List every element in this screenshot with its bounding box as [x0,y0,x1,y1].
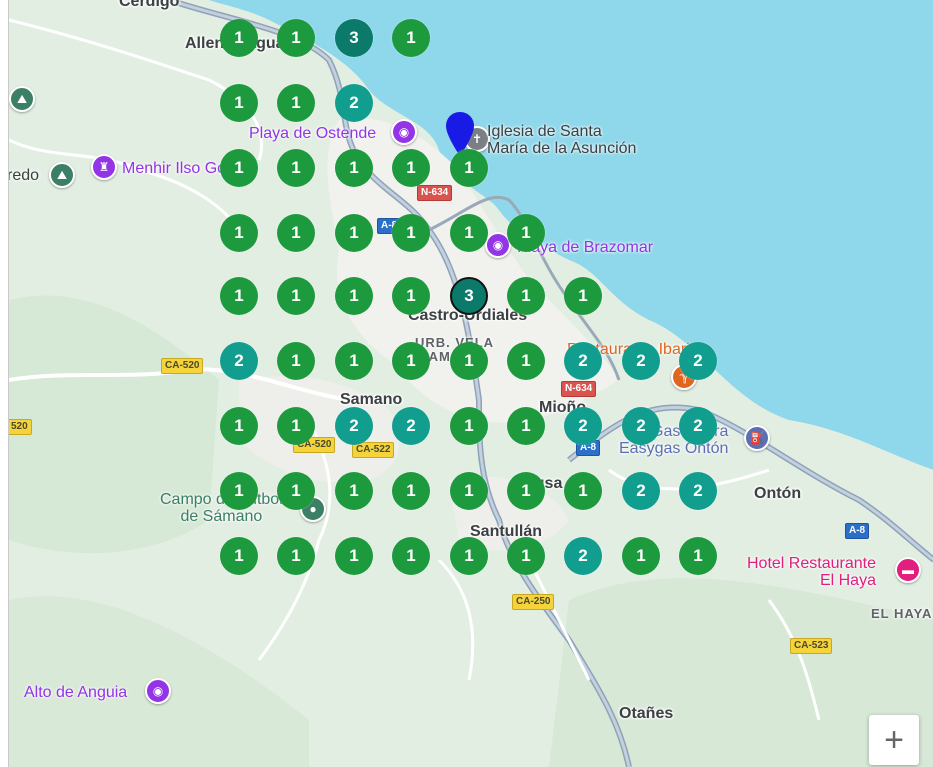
marker-cluster[interactable]: 1 [392,277,430,315]
marker-cluster[interactable]: 1 [277,537,315,575]
hiking-icon[interactable]: ⛰ [49,162,75,188]
marker-cluster[interactable]: 2 [622,342,660,380]
zoom-in-button[interactable]: + [869,715,919,765]
marker-cluster[interactable]: 1 [335,342,373,380]
marker-cluster[interactable]: 2 [622,407,660,445]
marker-cluster[interactable]: 1 [507,407,545,445]
marker-cluster[interactable]: 2 [220,342,258,380]
marker-cluster[interactable]: 2 [679,407,717,445]
marker-cluster[interactable]: 2 [564,537,602,575]
place-label-samano: Samano [340,391,403,408]
marker-cluster[interactable]: 1 [277,214,315,252]
marker-cluster[interactable]: 1 [220,214,258,252]
marker-cluster[interactable]: 1 [392,342,430,380]
monument-icon[interactable]: ♜ [91,154,117,180]
marker-cluster[interactable]: 1 [392,537,430,575]
marker-cluster[interactable]: 1 [220,84,258,122]
marker-cluster[interactable]: 1 [220,407,258,445]
road-shield-ca523: CA-523 [790,638,833,654]
marker-cluster[interactable]: 2 [679,342,717,380]
marker-cluster[interactable]: 1 [622,537,660,575]
camera-icon[interactable]: ◉ [391,119,417,145]
marker-cluster[interactable]: 1 [277,472,315,510]
marker-cluster[interactable]: 2 [679,472,717,510]
marker-cluster[interactable]: 1 [564,472,602,510]
marker-cluster[interactable]: 1 [392,214,430,252]
marker-cluster[interactable]: 1 [392,149,430,187]
marker-cluster[interactable]: 1 [564,277,602,315]
marker-cluster[interactable]: 1 [679,537,717,575]
marker-cluster[interactable]: 1 [335,214,373,252]
road-shield-520: 520 [9,419,32,435]
road-shield-ca250: CA-250 [512,594,555,610]
marker-cluster[interactable]: 1 [507,214,545,252]
marker-cluster[interactable]: 1 [335,149,373,187]
marker-cluster[interactable]: 1 [277,84,315,122]
marker-cluster[interactable]: 1 [335,472,373,510]
road-shield-a8: A-8 [845,523,870,539]
marker-cluster[interactable]: 1 [277,342,315,380]
road-shield-n634: N-634 [561,381,597,397]
marker-cluster[interactable]: 1 [220,537,258,575]
marker-cluster[interactable]: 1 [507,472,545,510]
marker-cluster[interactable]: 1 [220,472,258,510]
marker-cluster[interactable]: 1 [450,214,488,252]
marker-cluster[interactable]: 2 [335,84,373,122]
marker-cluster[interactable]: 2 [335,407,373,445]
marker-cluster[interactable]: 1 [450,537,488,575]
marker-cluster[interactable]: 2 [564,407,602,445]
place-label-onton: Ontón [754,485,802,502]
road-shield-ca520: CA-520 [161,358,204,374]
marker-cluster[interactable]: 1 [392,472,430,510]
marker-cluster[interactable]: 1 [507,342,545,380]
camera-icon[interactable]: ◉ [145,678,171,704]
marker-cluster[interactable]: 1 [450,407,488,445]
marker-cluster[interactable]: 1 [220,277,258,315]
marker-cluster[interactable]: 1 [450,149,488,187]
marker-cluster[interactable]: 3 [450,277,488,315]
poi-label-playa-ostende[interactable]: Playa de Ostende [249,125,376,143]
marker-cluster[interactable]: 2 [564,342,602,380]
marker-cluster[interactable]: 1 [220,19,258,57]
district-label-el-haya: EL HAYA [871,606,933,621]
road-shield-n634: N-634 [417,185,453,201]
marker-cluster[interactable]: 1 [277,19,315,57]
marker-cluster[interactable]: 1 [392,19,430,57]
marker-cluster[interactable]: 1 [277,407,315,445]
poi-label-iglesia[interactable]: Iglesia de Santa María de la Asunción [487,123,636,158]
map-canvas[interactable]: Cerdigo Allendelagua Castro-Urdiales Sam… [8,0,933,767]
marker-cluster[interactable]: 1 [220,149,258,187]
place-label-redo: redo [8,167,40,184]
hiking-icon[interactable]: ⛰ [9,86,35,112]
hotel-icon[interactable]: ▬ [895,557,921,583]
marker-cluster[interactable]: 3 [335,19,373,57]
marker-cluster[interactable]: 2 [622,472,660,510]
marker-cluster[interactable]: 1 [450,342,488,380]
marker-cluster[interactable]: 1 [507,537,545,575]
gas-station-icon[interactable]: ⛽ [744,425,770,451]
marker-cluster[interactable]: 1 [450,472,488,510]
marker-cluster[interactable]: 2 [392,407,430,445]
marker-cluster[interactable]: 1 [335,277,373,315]
marker-cluster[interactable]: 1 [277,277,315,315]
marker-cluster[interactable]: 1 [277,149,315,187]
marker-cluster[interactable]: 1 [335,537,373,575]
place-label-otanes: Otañes [619,705,674,722]
poi-label-hotel[interactable]: Hotel Restaurante El Haya [747,555,876,590]
poi-label-alto-de-anguia[interactable]: Alto de Anguia [24,684,127,702]
marker-cluster[interactable]: 1 [507,277,545,315]
place-label-cerdigo: Cerdigo [119,0,180,10]
